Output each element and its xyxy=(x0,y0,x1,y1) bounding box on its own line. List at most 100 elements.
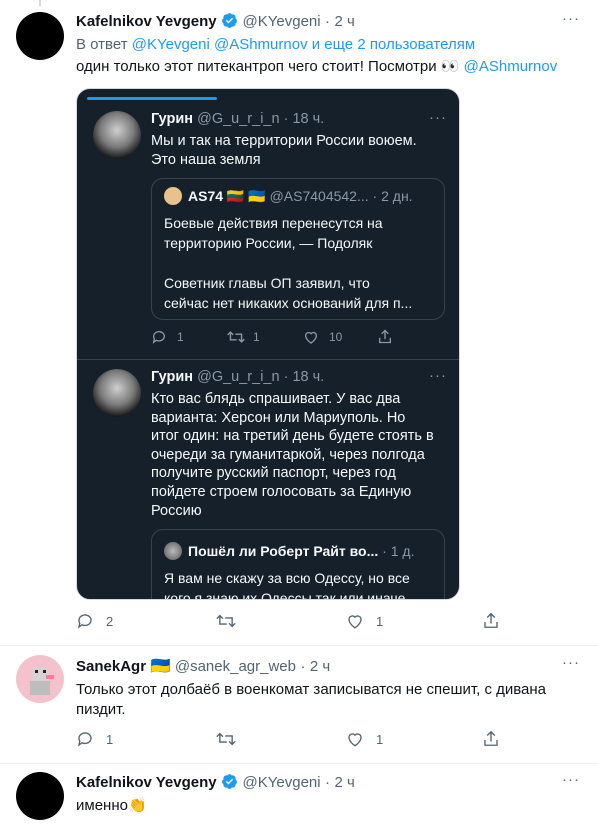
inner-reply-icon xyxy=(151,329,167,345)
separator-dot: · xyxy=(300,658,306,675)
author-handle[interactable]: @KYevgeni xyxy=(243,13,321,30)
reply-count: 1 xyxy=(106,732,114,747)
inner-text-line: пойдете строем голосовать за Единую xyxy=(151,483,412,500)
inner-like-count: 10 xyxy=(329,330,343,344)
quoted-timestamp: 2 дн. xyxy=(381,188,413,204)
avatar[interactable] xyxy=(16,12,64,60)
inner-timestamp: 18 ч. xyxy=(292,369,325,385)
quoted-text-line: Боевые действия перенесутся на xyxy=(164,215,383,231)
verified-badge-icon xyxy=(221,773,238,795)
tweet-text-main: один только этот питекантроп чего стоит!… xyxy=(76,58,437,75)
inner-tweet-text: Мы и так на территории России воюем. Это… xyxy=(151,132,417,170)
author-name[interactable]: SanekAgr xyxy=(76,658,146,675)
quoted-header: AS74 🇱🇹 🇺🇦 @AS7404542... · 2 дн. xyxy=(188,188,413,205)
quoted-tweet-card: AS74 🇱🇹 🇺🇦 @AS7404542... · 2 дн. Боевые … xyxy=(151,178,445,320)
quoted-avatar xyxy=(164,187,182,205)
author-handle[interactable]: @KYevgeni xyxy=(243,774,321,791)
reply-icon[interactable] xyxy=(76,612,94,630)
reply-context: В ответ @KYevgeni @AShmurnov и еще 2 пол… xyxy=(76,36,475,53)
quoted-text: Боевые действия перенесутся на территори… xyxy=(164,213,412,313)
tweet-text-line: Только этот долбаёб в военкомат записыва… xyxy=(76,681,547,698)
timestamp[interactable]: 2 ч xyxy=(335,13,355,30)
inner-text-line: Кто вас блядь спрашивает. У вас два xyxy=(151,391,401,407)
separator-dot: · xyxy=(325,774,331,791)
author-handle[interactable]: @sanek_agr_web xyxy=(175,658,296,675)
tweet-divider xyxy=(0,763,598,764)
more-options-icon[interactable]: ··· xyxy=(562,654,580,671)
reply-more-link[interactable]: и еще 2 пользователям xyxy=(308,36,475,53)
quoted-timestamp: 1 д. xyxy=(390,543,415,559)
inner-text-line: получите русский паспорт, через год xyxy=(151,465,396,482)
separator-dot: · xyxy=(325,13,331,30)
inner-divider xyxy=(77,359,459,360)
tweet-text: Только этот долбаёб в военкомат записыва… xyxy=(76,680,546,720)
verified-badge-icon xyxy=(221,12,238,34)
inner-separator: · xyxy=(283,111,289,127)
tweet-header: SanekAgr 🇺🇦 @sanek_agr_web · 2 ч xyxy=(76,656,330,676)
like-icon[interactable] xyxy=(346,730,364,748)
tweet-text-line: пиздит. xyxy=(76,701,126,718)
like-icon[interactable] xyxy=(346,612,364,630)
quoted-text-line: территорию России, — Подоляк xyxy=(164,235,373,251)
avatar xyxy=(93,111,141,159)
quoted-separator: · xyxy=(382,543,387,559)
quoted-flags: 🇱🇹 🇺🇦 xyxy=(226,188,266,204)
inner-text-line: Россию xyxy=(151,502,202,519)
attached-image[interactable]: Гурин @G_u_r_i_n · 18 ч. ··· Мы и так на… xyxy=(76,88,460,600)
quoted-tweet-card: Пошёл ли Роберт Райт во... · 1 д. Я вам … xyxy=(151,529,445,599)
image-top-accent xyxy=(87,97,217,100)
inner-text-line: очереди за гуманитаркой, через полгода xyxy=(151,446,425,463)
more-options-icon[interactable]: ··· xyxy=(562,771,580,788)
quoted-header: Пошёл ли Роберт Райт во... · 1 д. xyxy=(188,543,414,559)
inner-retweet-count: 1 xyxy=(253,330,260,344)
eyes-emoji: 👀 xyxy=(440,58,460,75)
avatar[interactable] xyxy=(16,772,64,820)
inner-tweet-text: Кто вас блядь спрашивает. У вас два вари… xyxy=(151,390,434,520)
like-count: 1 xyxy=(376,614,384,629)
tweet-text: один только этот питекантроп чего стоит!… xyxy=(76,57,557,77)
retweet-icon[interactable] xyxy=(216,730,236,748)
reply-count: 2 xyxy=(106,614,114,629)
more-options-icon[interactable]: ··· xyxy=(562,10,580,27)
quoted-handle: @AS7404542... xyxy=(269,188,369,204)
tweet-text: именно👏 xyxy=(76,796,147,816)
clapping-emoji: 👏 xyxy=(127,797,147,814)
inner-separator: · xyxy=(283,369,289,385)
inner-more-icon: ··· xyxy=(429,109,447,126)
inner-more-icon: ··· xyxy=(429,367,447,384)
quoted-avatar xyxy=(164,542,182,560)
avatar xyxy=(93,369,141,417)
inner-author-name: Гурин xyxy=(151,111,194,127)
inner-timestamp: 18 ч. xyxy=(292,111,325,127)
tweet-header: Kafelnikov Yevgeny @KYevgeni · 2 ч xyxy=(76,773,355,795)
inner-text-line: Мы и так на территории России воюем. xyxy=(151,133,417,149)
reply-icon[interactable] xyxy=(76,730,94,748)
tweet-text-main: именно xyxy=(76,797,128,814)
quoted-separator: · xyxy=(372,188,378,204)
inner-author-name: Гурин xyxy=(151,369,194,385)
quoted-text-line: сейчас нет никаких оснований для п... xyxy=(164,295,413,311)
quoted-author-name: Пошёл ли Роберт Райт во... xyxy=(188,543,379,559)
share-icon[interactable] xyxy=(482,611,500,630)
tweet-divider xyxy=(0,645,598,646)
timestamp[interactable]: 2 ч xyxy=(310,658,330,675)
quoted-author-name: AS74 xyxy=(188,188,224,204)
avatar[interactable] xyxy=(16,655,64,703)
author-name[interactable]: Kafelnikov Yevgeny xyxy=(76,774,217,791)
author-name[interactable]: Kafelnikov Yevgeny xyxy=(76,13,217,30)
share-icon[interactable] xyxy=(482,729,500,748)
reply-users-link[interactable]: @KYevgeni @AShmurnov xyxy=(132,36,308,53)
like-count: 1 xyxy=(376,732,384,747)
retweet-icon[interactable] xyxy=(216,612,236,630)
mention-link[interactable]: @AShmurnov xyxy=(464,58,558,75)
inner-text-line: варианта: Херсон или Мариуполь. Но xyxy=(151,409,406,426)
thread-line xyxy=(39,0,41,6)
inner-tweet-header: Гурин @G_u_r_i_n · 18 ч. xyxy=(151,369,324,385)
quoted-text-line: Я вам не скажу за всю Одессу, но все xyxy=(164,570,410,586)
timestamp[interactable]: 2 ч xyxy=(335,774,355,791)
inner-text-line: итог один: на третий день будете стоять … xyxy=(151,428,434,445)
inner-share-icon xyxy=(377,328,393,345)
quoted-text: Я вам не скажу за всю Одессу, но все ког… xyxy=(164,568,410,599)
inner-like-icon xyxy=(303,329,319,345)
inner-author-handle: @G_u_r_i_n xyxy=(197,111,280,127)
